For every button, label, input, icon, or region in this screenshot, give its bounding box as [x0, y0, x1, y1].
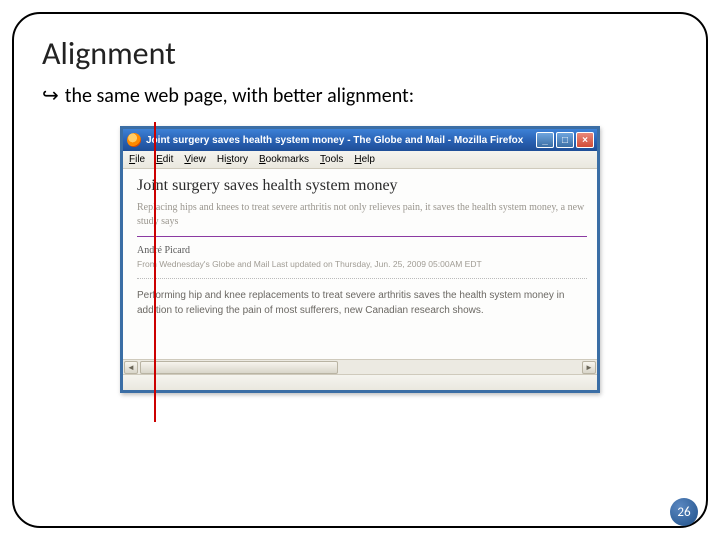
- menu-tools[interactable]: Tools: [320, 154, 343, 165]
- scroll-left-button[interactable]: ◄: [124, 361, 138, 374]
- divider-purple: [137, 236, 587, 237]
- status-bar: [123, 374, 597, 390]
- menu-history[interactable]: History: [217, 154, 248, 165]
- window-controls: _ □ ×: [536, 132, 594, 148]
- menubar: File Edit View History Bookmarks Tools H…: [123, 151, 597, 169]
- menu-bookmarks[interactable]: Bookmarks: [259, 154, 309, 165]
- article-dateline: From Wednesday's Globe and Mail Last upd…: [137, 259, 587, 270]
- scroll-track[interactable]: [140, 361, 580, 374]
- close-button[interactable]: ×: [576, 132, 594, 148]
- article-headline: Joint surgery saves health system money: [137, 177, 587, 195]
- firefox-icon: [127, 133, 141, 147]
- article-author: André Picard: [137, 245, 587, 256]
- slide-title: Alignment: [42, 34, 678, 73]
- horizontal-scrollbar[interactable]: ◄ ►: [123, 359, 597, 374]
- scroll-right-button[interactable]: ►: [582, 361, 596, 374]
- menu-file[interactable]: File: [129, 154, 145, 165]
- page-content: Joint surgery saves health system money …: [123, 169, 597, 359]
- menu-help[interactable]: Help: [354, 154, 375, 165]
- window-titlebar: Joint surgery saves health system money …: [123, 129, 597, 151]
- scroll-thumb[interactable]: [140, 361, 338, 374]
- article-body: Performing hip and knee replacements to …: [137, 289, 587, 318]
- window-title: Joint surgery saves health system money …: [146, 135, 531, 146]
- bullet-text: the same web page, with better alignment…: [65, 84, 414, 108]
- article-updated: Last updated on Thursday, Jun. 25, 2009 …: [272, 259, 482, 269]
- menu-edit[interactable]: Edit: [156, 154, 173, 165]
- browser-window: Joint surgery saves health system money …: [120, 126, 600, 393]
- page-number-badge: 26: [670, 498, 698, 526]
- bullet-line: ↪ the same web page, with better alignme…: [42, 83, 678, 108]
- browser-screenshot: Joint surgery saves health system money …: [120, 126, 600, 393]
- alignment-guide-line: [154, 122, 156, 422]
- divider-dotted: [137, 278, 587, 279]
- article-subhead: Replacing hips and knees to treat severe…: [137, 201, 587, 228]
- menu-view[interactable]: View: [184, 154, 206, 165]
- bullet-icon: ↪: [42, 83, 59, 108]
- maximize-button[interactable]: □: [556, 132, 574, 148]
- minimize-button[interactable]: _: [536, 132, 554, 148]
- article-source: From Wednesday's Globe and Mail: [137, 259, 269, 269]
- slide-frame: Alignment ↪ the same web page, with bett…: [12, 12, 708, 528]
